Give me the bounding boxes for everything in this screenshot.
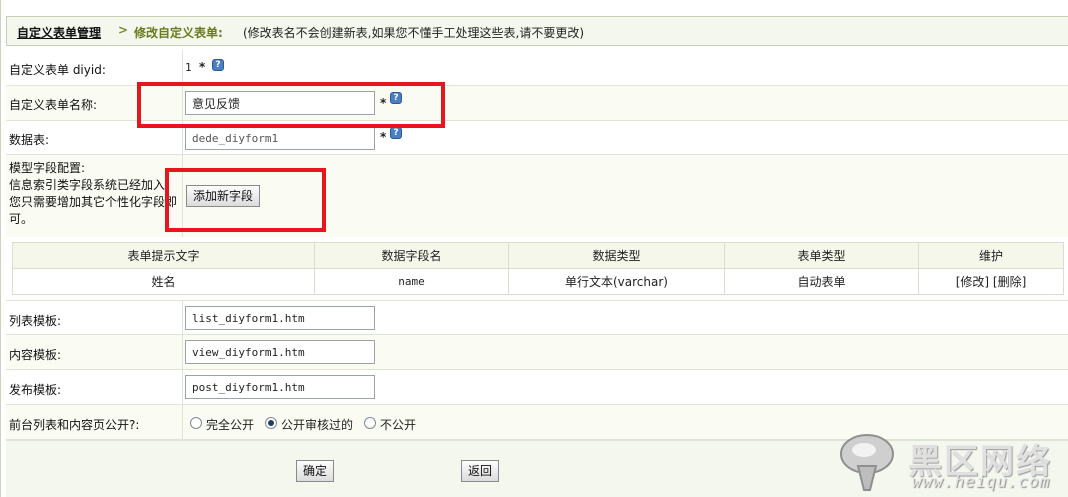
- watermark-url: www.heiqu.com: [912, 472, 1051, 491]
- back-button[interactable]: 返回: [461, 460, 499, 482]
- column-header: 表单类型: [724, 242, 919, 269]
- watermark-logo-icon: [840, 434, 894, 491]
- field-config-label-line: 可。: [9, 212, 34, 226]
- highlight-box-add-field: [165, 168, 326, 232]
- radio-public-approved[interactable]: [265, 417, 277, 429]
- post-template-input[interactable]: [185, 375, 375, 399]
- radio-public-none[interactable]: [364, 417, 376, 429]
- column-header: 表单提示文字: [12, 242, 315, 269]
- row-diyid: 自定义表单 diyid: 1 * ?: [6, 50, 1068, 86]
- field-config-label: 模型字段配置: 信息索引类字段系统已经加入 您只需要增加其它个性化字段即 可。: [9, 160, 181, 228]
- page-header: 自定义表单管理 > 修改自定义表单: (修改表名不会创建新表,如果您不懂手工处理…: [6, 16, 1068, 46]
- data-table-required-mark: *: [380, 130, 387, 144]
- maintain-cell: [修改] [删除]: [918, 268, 1064, 295]
- diyid-label: 自定义表单 diyid:: [9, 63, 106, 77]
- field-type-cell: 单行文本(varchar): [508, 268, 725, 295]
- post-template-label: 发布模板:: [9, 383, 62, 397]
- view-template-input[interactable]: [185, 340, 375, 364]
- radio-label: 完全公开: [206, 418, 255, 432]
- breadcrumb-current: 修改自定义表单:: [134, 26, 223, 40]
- row-divider: [182, 335, 183, 369]
- row-post-template: 发布模板:: [6, 370, 1068, 405]
- row-list-template: 列表模板:: [6, 300, 1068, 335]
- field-config-label-line: 您只需要增加其它个性化字段即: [9, 195, 178, 209]
- view-template-label: 内容模板:: [9, 348, 62, 362]
- row-divider: [182, 405, 183, 439]
- diyid-required-mark: *: [199, 60, 206, 74]
- form-name-label: 自定义表单名称:: [9, 98, 98, 112]
- row-divider: [182, 50, 183, 85]
- list-template-input[interactable]: [185, 306, 375, 330]
- diyid-value: 1: [185, 61, 192, 74]
- table-row: 姓名 name 单行文本(varchar) 自动表单 [修改] [删除]: [12, 268, 1064, 295]
- highlight-box-name: [137, 82, 445, 128]
- delete-field-link[interactable]: [删除]: [993, 275, 1026, 289]
- row-view-template: 内容模板:: [6, 335, 1068, 370]
- field-config-label-line: 模型字段配置:: [9, 161, 86, 175]
- column-header: 数据类型: [508, 242, 725, 269]
- edit-field-link[interactable]: [修改]: [956, 275, 989, 289]
- field-table: 表单提示文字 数据字段名 数据类型 表单类型 维护 姓名 name 单行文本(v…: [12, 242, 1064, 295]
- field-config-label-line: 信息索引类字段系统已经加入: [9, 178, 166, 192]
- breadcrumb-main-link[interactable]: 自定义表单管理: [17, 24, 101, 41]
- data-table-label: 数据表:: [9, 133, 50, 147]
- list-template-label: 列表模板:: [9, 314, 62, 328]
- column-header: 维护: [918, 242, 1064, 269]
- field-name-cell: name: [314, 268, 509, 295]
- column-header: 数据字段名: [314, 242, 509, 269]
- question-help-icon[interactable]: ?: [390, 127, 402, 139]
- confirm-button[interactable]: 确定: [296, 460, 334, 482]
- public-setting-label: 前台列表和内容页公开?:: [9, 418, 140, 432]
- radio-label: 不公开: [380, 418, 417, 432]
- field-prompt-cell: 姓名: [12, 268, 315, 295]
- question-help-icon[interactable]: ?: [212, 59, 224, 71]
- site-watermark: 黑区网络 www.heiqu.com: [836, 432, 1066, 494]
- radio-public-all[interactable]: [190, 417, 202, 429]
- field-table-header: 表单提示文字 数据字段名 数据类型 表单类型 维护: [12, 242, 1064, 269]
- header-note: (修改表名不会创建新表,如果您不懂手工处理这些表,请不要更改): [243, 26, 584, 40]
- row-divider: [182, 301, 183, 334]
- row-divider: [182, 370, 183, 404]
- radio-label: 公开审核过的: [281, 418, 354, 432]
- data-table-input[interactable]: [185, 126, 375, 150]
- form-type-cell: 自动表单: [724, 268, 919, 295]
- breadcrumb-separator: >: [118, 23, 129, 37]
